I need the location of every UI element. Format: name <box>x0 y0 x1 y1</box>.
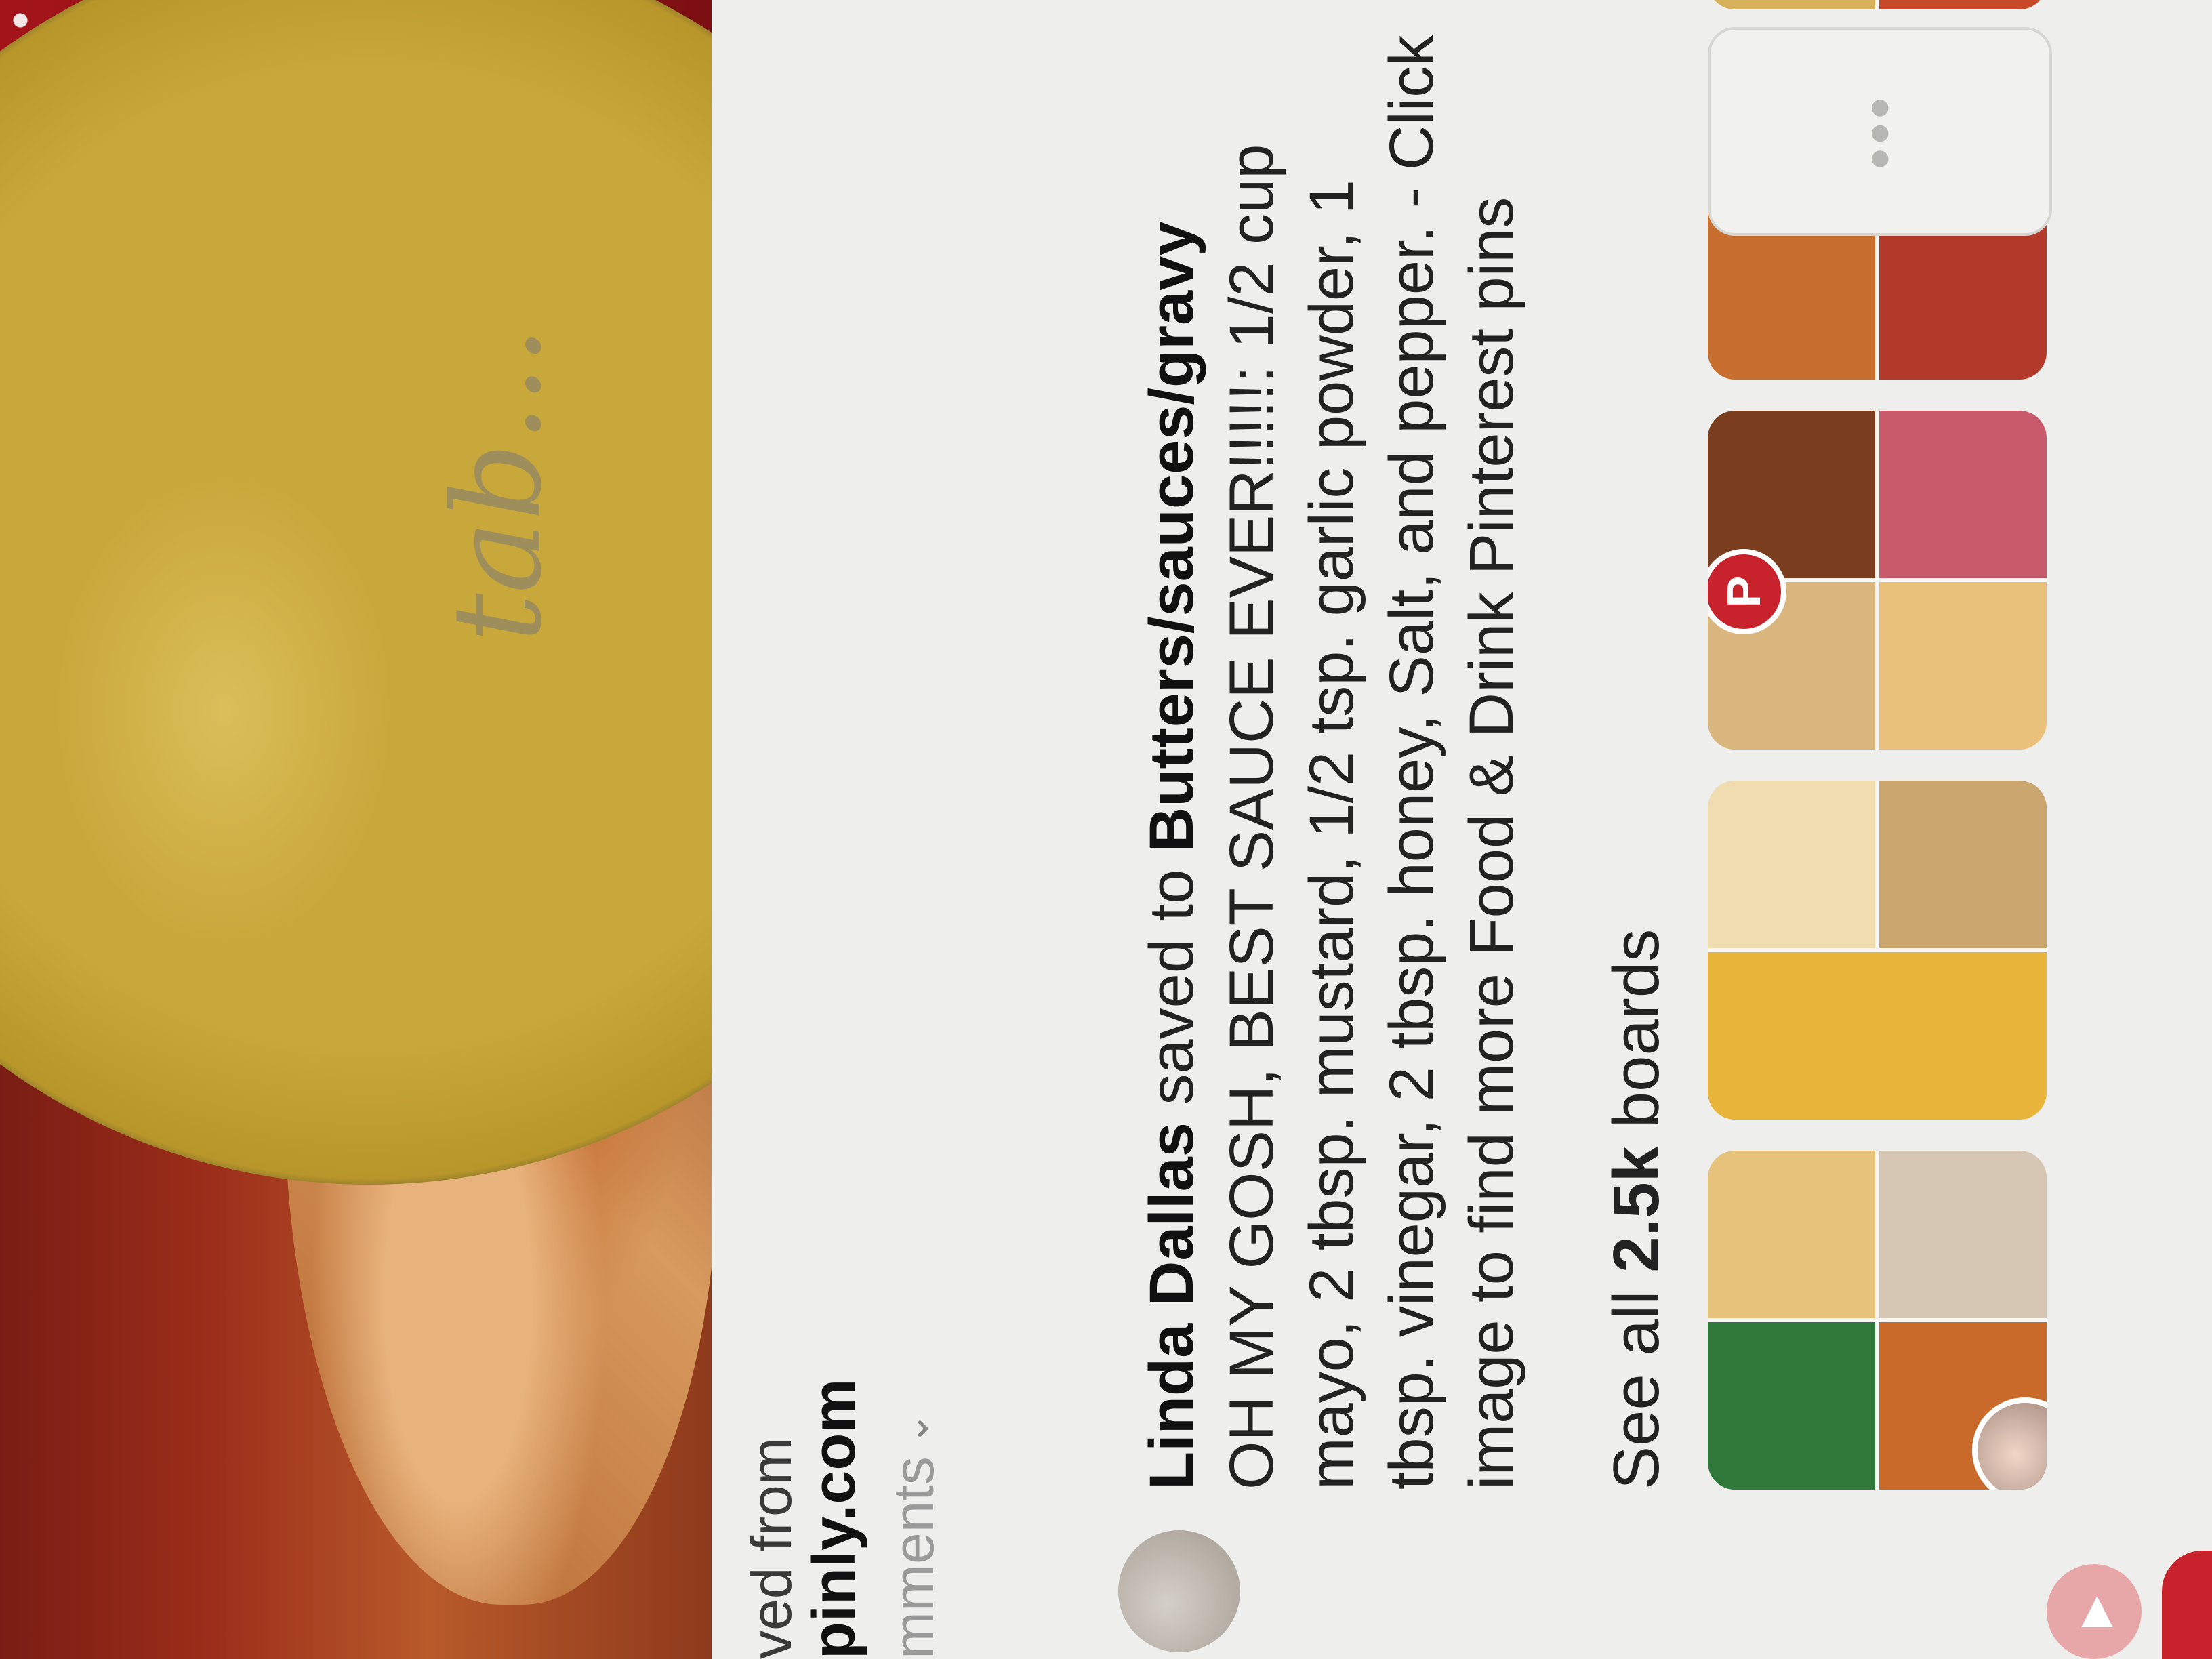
see-all-suffix: boards <box>1600 928 1673 1146</box>
boards-count: 2.5k <box>1600 1145 1673 1273</box>
see-all-boards-link[interactable]: See all 2.5k boards <box>1599 929 1674 1490</box>
board-thumb <box>1879 1151 2047 1318</box>
pin-description: OH MY GOSH, BEST SAUCE EVER!!!!!: 1/2 cu… <box>1217 35 1526 1490</box>
board-card[interactable] <box>1708 1151 2047 1490</box>
saved-to-text: saved to <box>1137 852 1206 1123</box>
board-name-link[interactable]: Butters/sauces/gravy <box>1137 221 1206 852</box>
board-thumb <box>1879 582 2047 750</box>
board-card[interactable] <box>1708 0 2047 9</box>
pin-image[interactable]: tab... <box>0 0 712 1659</box>
image-watermark: tab... <box>427 326 569 642</box>
more-boards-button[interactable]: ••• <box>1708 27 2052 236</box>
source-domain-link[interactable]: pinly.com <box>800 1379 869 1659</box>
source-label: ved from <box>739 1437 803 1659</box>
board-thumb <box>1708 1151 1875 1318</box>
board-thumb <box>1708 1322 1875 1490</box>
user-name-link[interactable]: Linda Dallas <box>1137 1122 1206 1490</box>
board-thumb <box>1708 781 1875 948</box>
board-card[interactable] <box>1708 781 2047 1120</box>
follow-icon[interactable]: ▶ <box>2047 1564 2142 1659</box>
saved-to-line: Linda Dallas saved to Butters/sauces/gra… <box>1132 33 1212 1490</box>
board-thumb <box>1879 781 2047 948</box>
comments-toggle[interactable]: mments ⌄ <box>881 1412 947 1659</box>
pin-source[interactable]: ved from pinly.com mments ⌄ <box>739 778 945 1659</box>
board-thumb <box>1879 0 2047 9</box>
chevron-down-icon: ⌄ <box>890 1412 937 1446</box>
pin-detail-screen: tab... ved from pinly.com mments ⌄ Linda… <box>0 0 2212 1659</box>
see-all-prefix: See all <box>1600 1272 1673 1490</box>
board-thumb <box>1879 411 2047 578</box>
board-thumb <box>1708 0 1875 9</box>
board-card[interactable]: P <box>1708 411 2047 750</box>
play-icon: ▶ <box>2071 1595 2116 1628</box>
sauce-highlight <box>54 473 393 947</box>
board-thumb <box>1879 212 2047 380</box>
pin-description-block: Linda Dallas saved to Butters/sauces/gra… <box>1132 33 1532 1490</box>
more-dots-icon: ••• <box>1845 93 1914 170</box>
comments-label: mments <box>882 1456 945 1659</box>
red-action-bar[interactable] <box>2162 1551 2212 1659</box>
board-thumb <box>1708 212 1875 380</box>
board-thumb <box>1708 952 2047 1120</box>
user-avatar[interactable] <box>1118 1530 1240 1652</box>
